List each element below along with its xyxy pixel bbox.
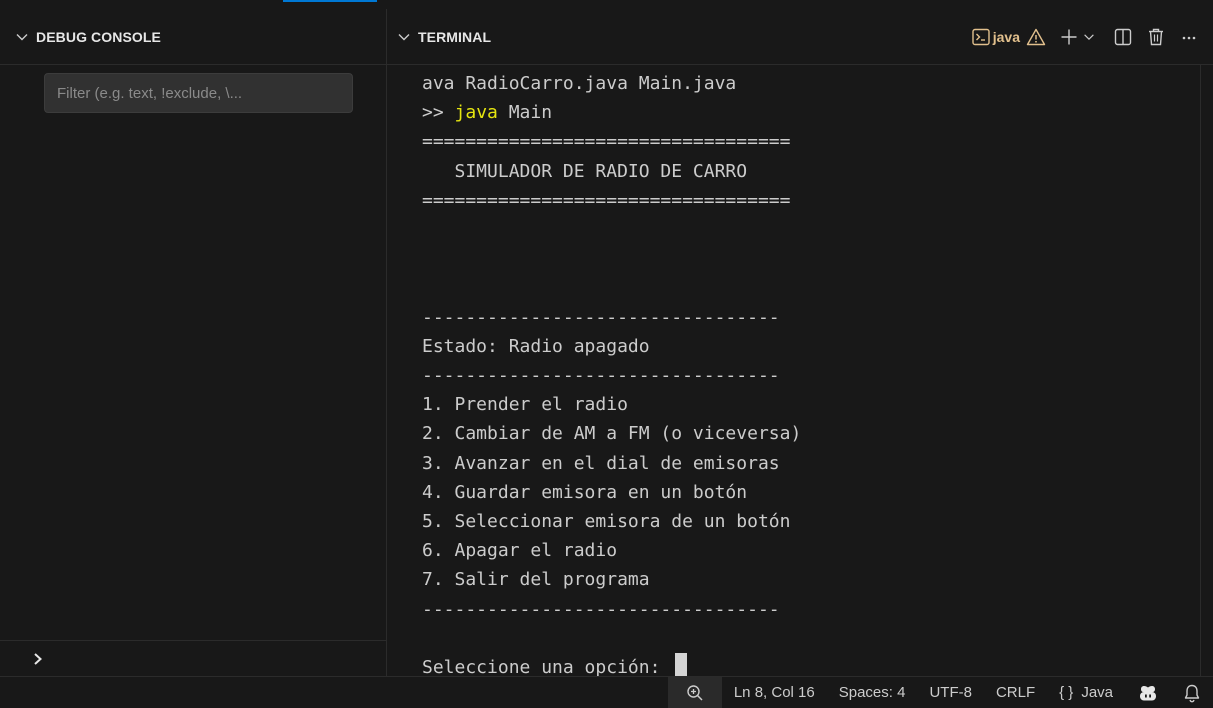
zoom-in-icon [687,684,703,701]
split-icon[interactable] [1113,27,1133,47]
top-strip [0,0,1213,9]
chevron-down-icon[interactable] [14,29,30,45]
terminal-line: 4. Guardar emisora en un botón [422,481,748,503]
end-of-line[interactable]: CRLF [984,677,1047,708]
terminal-line: --------------------------------- [422,365,780,387]
terminal-line: ================================== [422,189,791,211]
encoding[interactable]: UTF-8 [917,677,984,708]
terminal-line: 1. Prender el radio [422,394,628,416]
terminal-scrollbar[interactable] [1200,65,1201,676]
more-icon[interactable] [1179,27,1199,47]
prompt-keyword: java [454,102,498,124]
terminal-line: 7. Salir del programa [422,569,650,591]
terminal-shell-label: java [992,29,1020,45]
braces-icon: { } [1059,684,1074,701]
chevron-down-icon[interactable] [1082,30,1096,44]
status-bar: Ln 8, Col 16 Spaces: 4 UTF-8 CRLF { } Ja… [0,676,1213,708]
terminal-line: 6. Apagar el radio [422,540,618,562]
prompt-arg: Main [497,102,553,124]
chevron-down-icon[interactable] [396,29,412,45]
terminal-line: 2. Cambiar de AM a FM (o viceversa) [422,423,802,445]
terminal-actions: java [971,21,1199,53]
terminal-line: ================================== [422,131,791,153]
terminal-prompt-line: >> java Main [422,98,1193,127]
zoom-indicator[interactable] [667,676,722,708]
copilot-icon[interactable] [1125,677,1171,708]
input-prompt-text: Seleccione una opción: [422,657,672,679]
add-icon[interactable] [1059,27,1079,47]
terminal-line: ava RadioCarro.java Main.java [422,73,737,94]
terminal-cursor [675,653,688,679]
language-mode[interactable]: { } Java [1047,677,1125,708]
terminal-tab-java[interactable]: java [971,27,1046,47]
chevron-right-icon [34,652,42,665]
language-label: Java [1081,684,1113,701]
terminal-icon [971,27,991,47]
bell-icon[interactable] [1171,677,1203,708]
warning-icon [1026,27,1046,47]
cursor-position[interactable]: Ln 8, Col 16 [722,677,827,708]
debug-console-panel: DEBUG CONSOLE [0,9,387,676]
repl-input-area[interactable] [0,640,386,676]
terminal-line: SIMULADOR DE RADIO DE CARRO [422,160,748,182]
filter-input[interactable] [57,84,340,102]
trash-icon[interactable] [1146,27,1166,47]
debug-console-header[interactable]: DEBUG CONSOLE [0,9,386,65]
terminal-line: 3. Avanzar en el dial de emisoras [422,452,780,474]
terminal-line: Estado: Radio apagado [422,335,650,357]
terminal-line: --------------------------------- [422,306,780,328]
debug-console-title: DEBUG CONSOLE [36,28,161,45]
prompt-prefix: >> [422,102,455,124]
terminal-output[interactable]: ava RadioCarro.java Main.java >> java Mai… [422,69,1193,679]
indentation[interactable]: Spaces: 4 [827,677,918,708]
terminal-line: 5. Seleccionar emisora de un botón [422,511,791,533]
terminal-panel: TERMINAL java ava RadioCarro.java Main.j [387,9,1213,679]
active-tab-indicator [283,0,377,2]
terminal-title: TERMINAL [418,28,492,45]
filter-field[interactable] [44,73,353,113]
terminal-line: --------------------------------- [422,598,780,620]
